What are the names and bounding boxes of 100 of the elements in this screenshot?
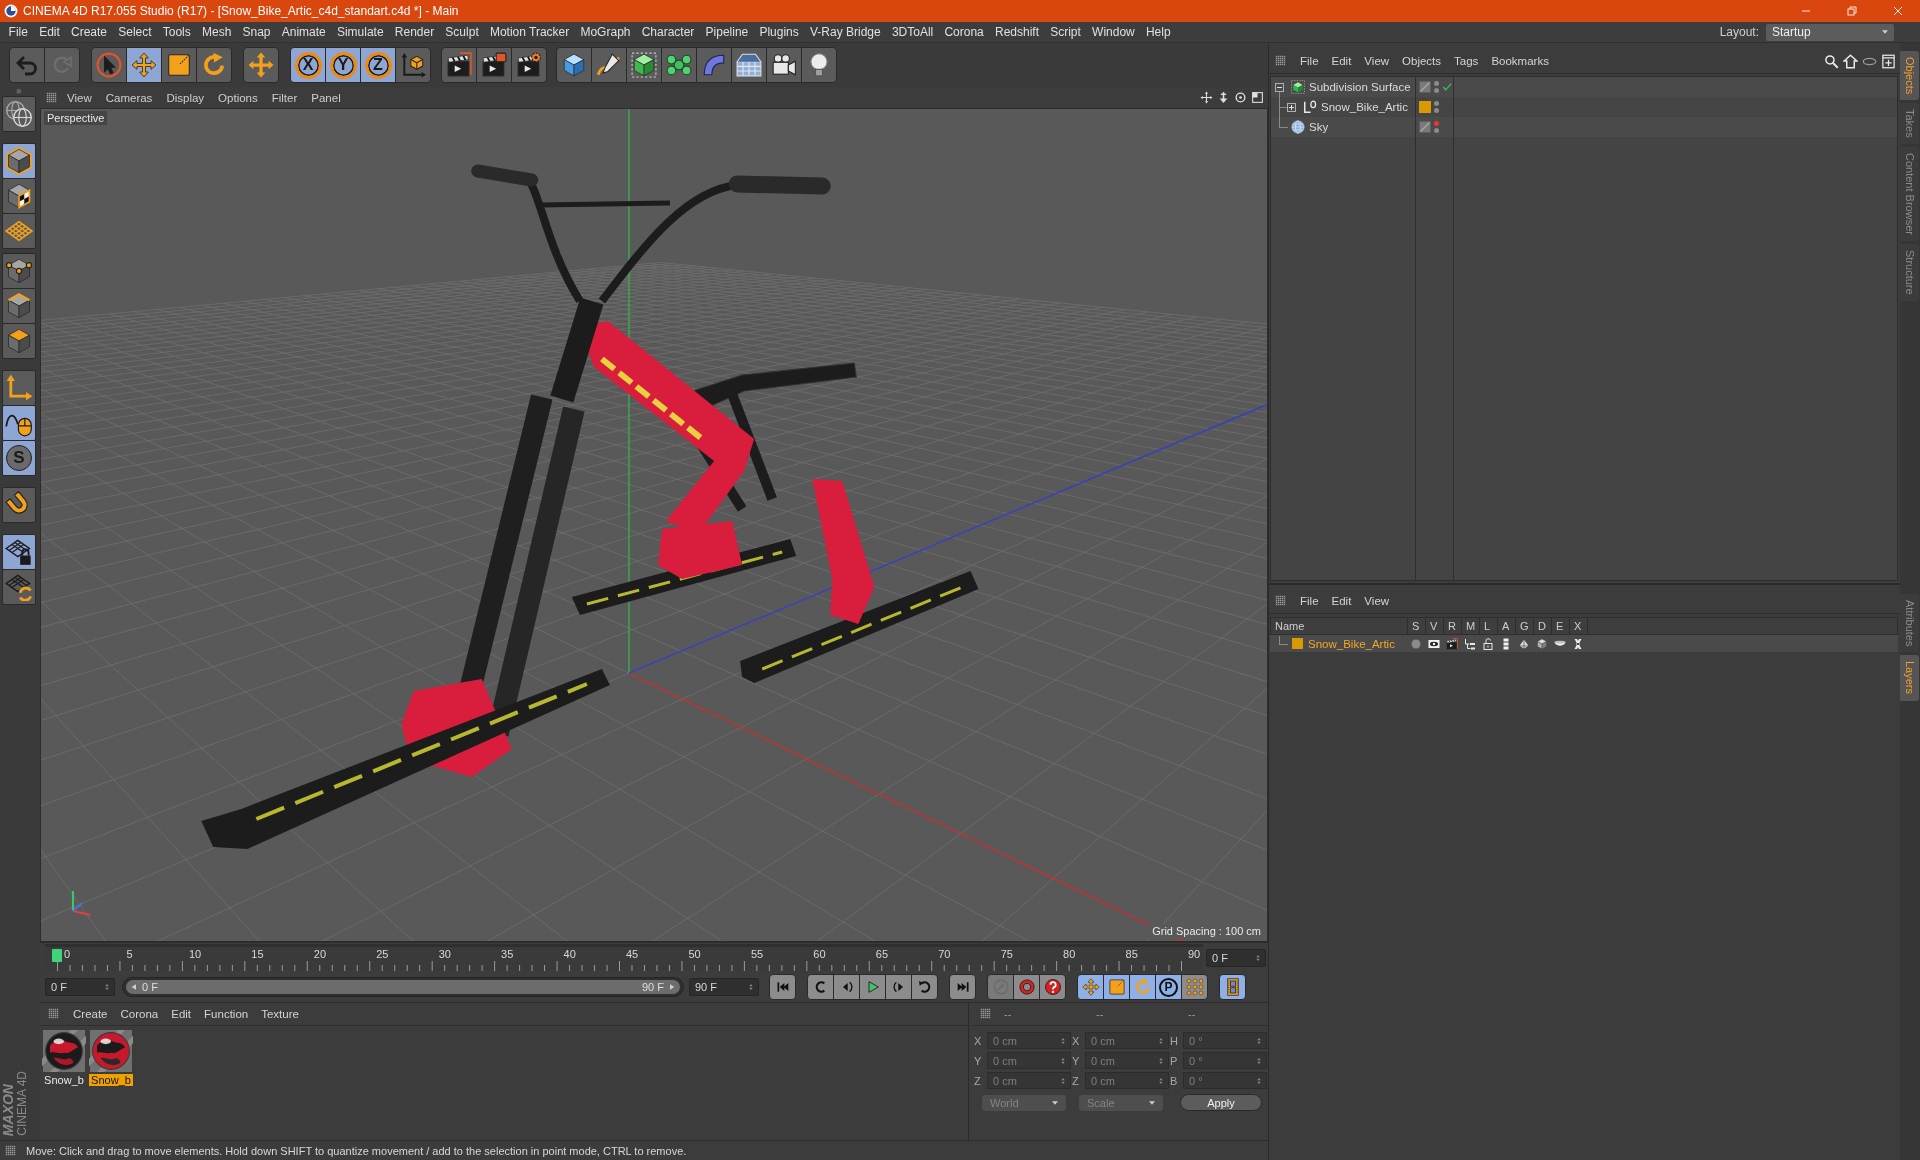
menu-item[interactable]: Texture <box>261 1008 299 1020</box>
column-header[interactable]: A <box>1498 618 1516 634</box>
object-row[interactable]: Sky <box>1271 117 1897 137</box>
object-name[interactable]: Subdivision Surface <box>1309 81 1411 93</box>
menu-item[interactable]: Display <box>166 91 205 104</box>
menu-item[interactable]: Pipeline <box>699 25 754 39</box>
render-picture-button[interactable] <box>476 47 512 83</box>
menu-item[interactable]: Edit <box>33 25 66 39</box>
texture-mode-button[interactable] <box>2 178 36 214</box>
tweak-mode-button[interactable] <box>2 405 36 441</box>
column-header[interactable]: R <box>1444 618 1462 634</box>
workplane-mode-button[interactable] <box>2 213 36 249</box>
next-frame-button[interactable] <box>885 974 912 1000</box>
workplane-align-button[interactable] <box>2 569 36 605</box>
menu-item[interactable]: Filter <box>271 91 298 104</box>
column-header[interactable]: V <box>1426 618 1444 634</box>
menu-item[interactable]: Create <box>65 25 113 39</box>
menu-item[interactable]: File <box>1300 595 1319 607</box>
end-frame-field[interactable]: 90 F <box>689 978 759 996</box>
point-level-key-button[interactable] <box>1181 974 1208 1000</box>
solo-dot-icon[interactable] <box>1410 637 1422 650</box>
material-ball-icon[interactable] <box>42 1030 86 1072</box>
axis-lock-button[interactable]: Z <box>360 47 396 83</box>
expand-icon[interactable] <box>1287 102 1296 112</box>
menu-item[interactable]: Corona <box>120 1008 159 1020</box>
menu-item[interactable]: Panel <box>311 91 341 104</box>
search-icon[interactable] <box>1824 53 1839 69</box>
undo-button[interactable] <box>9 47 45 83</box>
recent-tool-button[interactable] <box>243 47 279 83</box>
eye-icon[interactable] <box>1428 637 1440 650</box>
menu-item[interactable]: Character <box>636 25 700 39</box>
editor-visibility-dot[interactable] <box>1434 101 1439 106</box>
menu-item[interactable]: Tools <box>157 25 197 39</box>
menu-item[interactable]: Help <box>1140 25 1177 39</box>
pyramid-icon[interactable] <box>1518 637 1530 650</box>
polygons-mode-button[interactable] <box>2 323 36 359</box>
axis-lock-button[interactable]: X <box>290 47 326 83</box>
material-name[interactable]: Snow_b <box>89 1074 133 1086</box>
column-header[interactable]: G <box>1516 618 1534 634</box>
previous-key-button[interactable] <box>807 974 834 1000</box>
edges-mode-button[interactable] <box>2 288 36 324</box>
grip-icon[interactable] <box>5 1144 17 1157</box>
light-button[interactable] <box>801 47 837 83</box>
menu-item[interactable]: Animate <box>276 25 332 39</box>
menu-item[interactable]: File <box>1300 55 1319 67</box>
menu-item[interactable]: Objects <box>1402 55 1442 67</box>
layer-color-swatch[interactable] <box>1292 638 1303 649</box>
menu-item[interactable]: Render <box>389 25 440 39</box>
menu-item[interactable]: Edit <box>171 1008 192 1020</box>
rotation-key-button[interactable] <box>1129 974 1156 1000</box>
axis-mode-button[interactable] <box>2 370 36 406</box>
column-header[interactable]: L <box>1480 618 1498 634</box>
render-view-button[interactable] <box>441 47 477 83</box>
grip-icon[interactable] <box>1275 55 1287 67</box>
menu-item[interactable]: Plugins <box>753 25 805 39</box>
3d-viewport[interactable]: Perspective Grid Spacing : 100 cm <box>40 108 1268 942</box>
grip-icon[interactable] <box>1275 595 1287 607</box>
menu-item[interactable]: Mesh <box>196 25 237 39</box>
axis-lock-button[interactable]: Y <box>325 47 361 83</box>
new-window-icon[interactable] <box>1881 53 1896 69</box>
cube-object-button[interactable] <box>556 47 592 83</box>
menu-item[interactable]: Motion Tracker <box>484 25 575 39</box>
menu-item[interactable]: Edit <box>1331 55 1352 67</box>
right-triangle-icon[interactable] <box>668 982 676 992</box>
menu-item[interactable]: Create <box>73 1008 108 1020</box>
snow-bike-drawing[interactable] <box>201 164 979 849</box>
menu-item[interactable]: Options <box>218 91 258 104</box>
enabled-check-icon[interactable] <box>1442 82 1452 92</box>
cube-icon[interactable] <box>1536 637 1548 650</box>
pan-icon[interactable] <box>1200 91 1213 104</box>
orbit-icon[interactable] <box>1234 91 1247 104</box>
object-name[interactable]: Sky <box>1309 121 1329 133</box>
start-frame-field[interactable]: 0 F <box>45 978 115 996</box>
apply-button[interactable]: Apply <box>1180 1094 1262 1111</box>
autokey-button[interactable] <box>1013 974 1040 1000</box>
subdivision-button[interactable] <box>626 47 662 83</box>
render-visibility-dot[interactable] <box>1434 128 1439 133</box>
grip-icon[interactable] <box>48 1008 60 1020</box>
object-name[interactable]: Snow_Bike_Artic <box>1321 101 1408 113</box>
editor-visibility-dot[interactable] <box>1434 121 1439 126</box>
coordinate-system-button[interactable] <box>395 47 431 83</box>
maximize-icon[interactable] <box>1251 91 1264 104</box>
current-frame-field[interactable]: 0 F <box>1206 948 1266 967</box>
hierarchy-icon[interactable] <box>1464 637 1476 650</box>
layer-color-swatch[interactable] <box>1419 101 1431 113</box>
column-header[interactable]: D <box>1534 618 1552 634</box>
points-mode-button[interactable] <box>2 253 36 289</box>
parameter-key-button[interactable]: P <box>1155 974 1182 1000</box>
move-tool-button[interactable] <box>126 47 162 83</box>
floor-button[interactable] <box>731 47 767 83</box>
menu-item[interactable]: Bookmarks <box>1491 55 1549 67</box>
column-header[interactable]: X <box>1570 618 1588 634</box>
empty-layer-icon[interactable] <box>1419 121 1431 133</box>
menu-item[interactable]: File <box>3 25 34 39</box>
layer-row[interactable]: Snow_Bike_Artic <box>1270 635 1898 652</box>
render-settings-button[interactable] <box>511 47 547 83</box>
menu-item[interactable]: Cameras <box>105 91 153 104</box>
position-key-button[interactable] <box>1077 974 1104 1000</box>
xref-icon[interactable] <box>1572 637 1584 650</box>
timeline-button[interactable] <box>1219 974 1246 1000</box>
